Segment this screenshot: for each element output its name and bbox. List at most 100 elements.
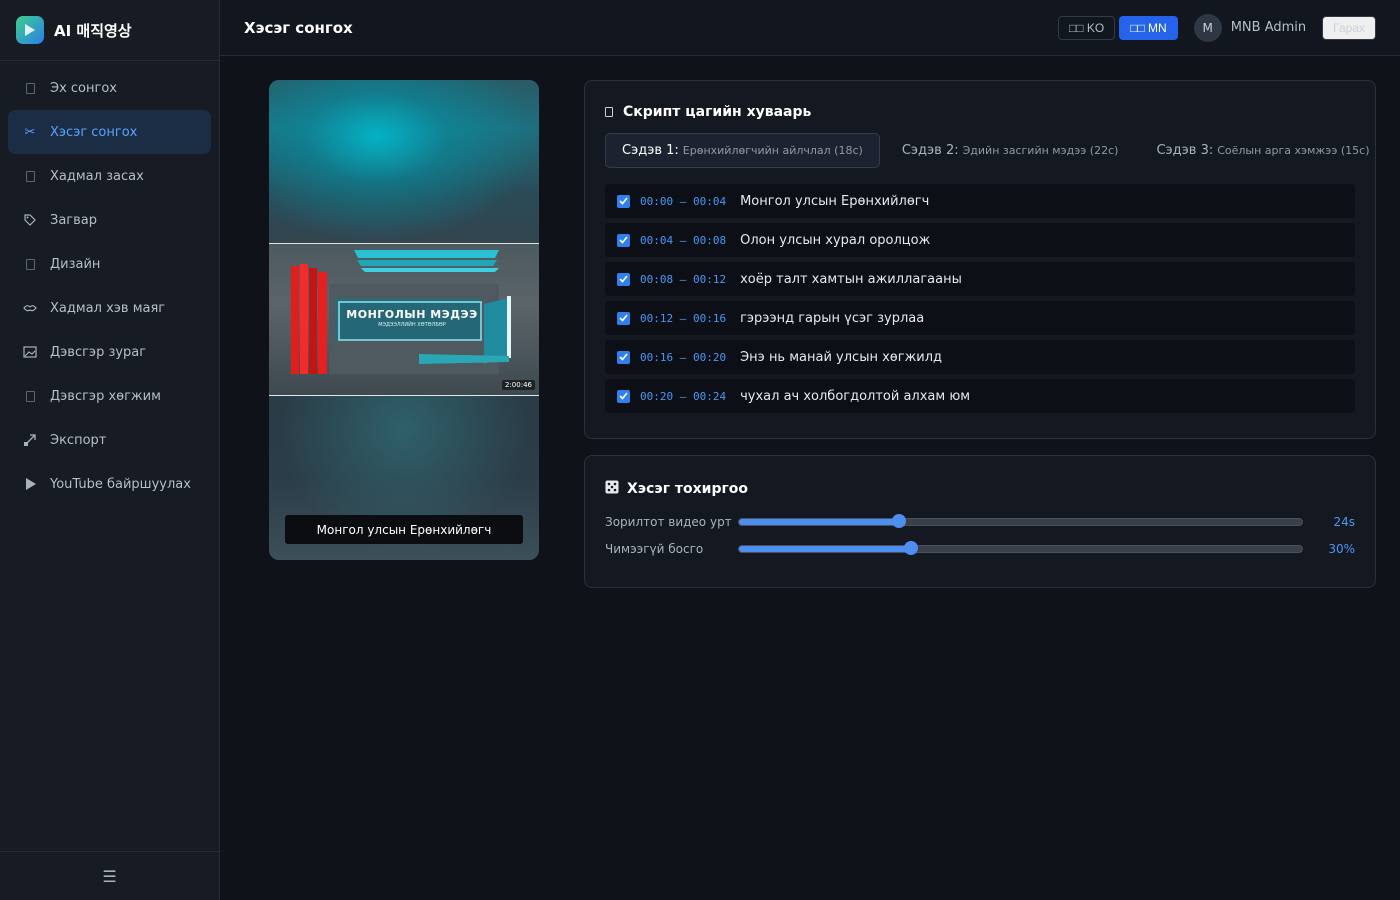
document-icon xyxy=(605,107,613,117)
sidebar-item-template[interactable]: Загвар xyxy=(8,198,211,242)
target-length-value: 24s xyxy=(1333,515,1355,529)
header-actions: □□ KO □□ MN M MNB Admin Гарах xyxy=(1054,13,1376,42)
segment-checkbox[interactable] xyxy=(617,233,630,247)
segment-time: 00:20 – 00:24 xyxy=(640,389,727,403)
lips-icon xyxy=(22,300,38,316)
settings-title: Хэсэг тохиргоо xyxy=(627,481,749,497)
file-icon xyxy=(22,388,38,404)
tab-label: Сэдэв 3: xyxy=(1156,143,1214,158)
sidebar-item-label: YouTube байршуулах xyxy=(50,476,191,492)
segment-text: хоёр талт хамтын ажиллагааны xyxy=(740,271,962,287)
segment-checkbox[interactable] xyxy=(617,350,630,364)
sidebar-item-subtitle-edit[interactable]: Хадмал засах xyxy=(8,154,211,198)
card-title: Хэсэг тохиргоо xyxy=(605,480,748,498)
top-header: Хэсэг сонгох □□ KO □□ MN M MNB Admin Гар… xyxy=(220,0,1400,56)
app-logo-icon xyxy=(16,16,44,44)
segment-row[interactable]: 00:08 – 00:12 хоёр талт хамтын ажиллагаа… xyxy=(605,262,1355,296)
sidebar-item-label: Хэсэг сонгох xyxy=(50,124,138,140)
tab-topic-2[interactable]: Сэдэв 2: Эдийн засгийн мэдээ (22с) xyxy=(886,133,1135,168)
avatar[interactable]: M xyxy=(1193,13,1222,42)
brand: AI 매직영상 xyxy=(0,0,219,61)
segment-text: чухал ач холбогдолтой алхам юм xyxy=(740,388,971,404)
silence-threshold-value: 30% xyxy=(1328,542,1355,556)
tab-sublabel: Ерөнхийлөгчийн айлчлал (18с) xyxy=(682,144,863,157)
scissors-icon: ✂ xyxy=(24,124,36,140)
segment-list: 00:00 – 00:04 Монгол улсын Ерөнхийлөгч 0… xyxy=(605,184,1355,418)
script-title: Скрипт цагийн хуваарь xyxy=(623,104,812,120)
dice-icon xyxy=(605,480,619,498)
video-frame: МОНГОЛЫН МЭДЭЭ МЭДЭЭЛЛИЙН ХӨТӨЛБӨР 2:00:… xyxy=(269,243,539,396)
tab-topic-3[interactable]: Сэдэв 3: Соёлын арга хэмжээ (15с) xyxy=(1140,133,1385,168)
segment-checkbox[interactable] xyxy=(617,311,630,325)
topic-tabs: Сэдэв 1: Ерөнхийлөгчийн айлчлал (18с) Сэ… xyxy=(605,133,1392,168)
sidebar-item-label: Загвар xyxy=(50,212,98,228)
check-icon xyxy=(619,236,628,244)
file-icon xyxy=(22,256,38,272)
sidebar-item-label: Дэвсгэр хөгжим xyxy=(50,388,161,404)
sidebar-nav: Эх сонгох ✂ Хэсэг сонгох Хадмал засах За… xyxy=(0,61,219,511)
logout-button[interactable]: Гарах xyxy=(1322,15,1376,40)
check-icon xyxy=(619,392,628,400)
app-name: AI 매직영상 xyxy=(54,21,132,40)
lang-ko-button[interactable]: □□ KO xyxy=(1058,15,1116,40)
sidebar: AI 매직영상 Эх сонгох ✂ Хэсэг сонгох Хадмал … xyxy=(0,0,220,900)
segment-text: Олон улсын хурал оролцож xyxy=(740,232,931,248)
tab-label: Сэдэв 2: xyxy=(901,143,959,158)
target-length-label: Зорилтот видео урт xyxy=(605,515,732,529)
slider-thumb[interactable] xyxy=(903,541,918,555)
sidebar-item-label: Дэвсгэр зураг xyxy=(50,344,147,360)
sidebar-item-source[interactable]: Эх сонгох xyxy=(8,66,211,110)
segment-text: Монгол улсын Ерөнхийлөгч xyxy=(740,193,930,209)
tab-topic-1[interactable]: Сэдэв 1: Ерөнхийлөгчийн айлчлал (18с) xyxy=(605,133,880,168)
menu-icon: ☰ xyxy=(102,866,117,886)
card-title: Скрипт цагийн хуваарь xyxy=(605,104,811,120)
segment-text: Энэ нь манай улсын хөгжилд xyxy=(740,349,943,365)
preview-blur-background-top xyxy=(269,80,539,243)
segment-settings-card: Хэсэг тохиргоо Зорилтот видео урт 24s Чи… xyxy=(584,455,1376,588)
sidebar-item-subtitle-style[interactable]: Хадмал хэв маяг xyxy=(8,286,211,330)
sidebar-toggle-button[interactable]: ☰ xyxy=(0,851,219,900)
segment-checkbox[interactable] xyxy=(617,194,630,208)
segment-row[interactable]: 00:04 – 00:08 Олон улсын хурал оролцож xyxy=(605,223,1355,257)
sidebar-item-background-image[interactable]: Дэвсгэр зураг xyxy=(8,330,211,374)
video-preview[interactable]: МОНГОЛЫН МЭДЭЭ МЭДЭЭЛЛИЙН ХӨТӨЛБӨР 2:00:… xyxy=(269,80,539,560)
tag-icon xyxy=(22,212,38,228)
check-icon xyxy=(619,314,628,322)
segment-checkbox[interactable] xyxy=(617,272,630,286)
sidebar-item-export[interactable]: Экспорт xyxy=(8,418,211,462)
segment-time: 00:00 – 00:04 xyxy=(640,194,727,208)
tab-label: Сэдэв 1: xyxy=(622,143,679,158)
target-length-slider[interactable] xyxy=(738,514,1303,528)
tab-sublabel: Эдийн засгийн мэдээ (22с) xyxy=(962,144,1119,157)
sidebar-item-youtube-upload[interactable]: YouTube байршуулах xyxy=(8,462,211,506)
segment-checkbox[interactable] xyxy=(617,389,630,403)
check-icon xyxy=(619,275,628,283)
slider-thumb[interactable] xyxy=(892,514,907,528)
silence-threshold-slider[interactable] xyxy=(738,541,1303,555)
play-icon xyxy=(22,476,38,492)
page-title: Хэсэг сонгох xyxy=(244,18,353,37)
lang-mn-button[interactable]: □□ MN xyxy=(1119,15,1178,40)
sidebar-item-label: Хадмал хэв маяг xyxy=(50,300,166,316)
segment-text: гэрээнд гарын үсэг зурлаа xyxy=(740,310,925,326)
sidebar-item-label: Дизайн xyxy=(50,256,101,272)
sidebar-item-label: Хадмал засах xyxy=(50,168,144,184)
segment-row[interactable]: 00:16 – 00:20 Энэ нь манай улсын хөгжилд xyxy=(605,340,1355,374)
sidebar-item-design[interactable]: Дизайн xyxy=(8,242,211,286)
sidebar-item-background-music[interactable]: Дэвсгэр хөгжим xyxy=(8,374,211,418)
segment-time: 00:04 – 00:08 xyxy=(640,233,727,247)
frame-title: МОНГОЛЫН МЭДЭЭ xyxy=(346,308,478,321)
segment-time: 00:16 – 00:20 xyxy=(640,350,727,364)
segment-row[interactable]: 00:20 – 00:24 чухал ач холбогдолтой алха… xyxy=(605,379,1355,413)
image-icon xyxy=(22,344,38,360)
sidebar-item-segment[interactable]: ✂ Хэсэг сонгох xyxy=(8,110,211,154)
silence-threshold-label: Чимээгүй босго xyxy=(605,542,704,556)
target-length-row: Зорилтот видео урт 24s xyxy=(605,512,1355,532)
sidebar-item-label: Эх сонгох xyxy=(50,80,117,96)
segment-time: 00:08 – 00:12 xyxy=(640,272,727,286)
script-timeline-card: Скрипт цагийн хуваарь Сэдэв 1: Ерөнхийлө… xyxy=(584,80,1376,439)
segment-row[interactable]: 00:00 – 00:04 Монгол улсын Ерөнхийлөгч xyxy=(605,184,1355,218)
sidebar-item-label: Экспорт xyxy=(50,432,107,448)
segment-row[interactable]: 00:12 – 00:16 гэрээнд гарын үсэг зурлаа xyxy=(605,301,1355,335)
slider-fill xyxy=(739,519,900,525)
